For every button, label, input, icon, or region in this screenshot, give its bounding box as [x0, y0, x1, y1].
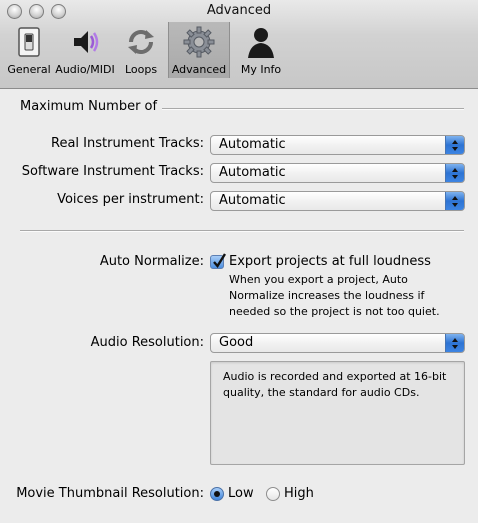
- export-full-loudness-checkbox[interactable]: [210, 253, 226, 269]
- loop-arrows-icon: [128, 30, 154, 54]
- voices-per-instrument-value: Automatic: [219, 193, 286, 208]
- audio-resolution-label: Audio Resolution:: [90, 335, 204, 350]
- preferences-window: Advanced General Audio/MIDI Loops Advanc…: [0, 0, 478, 523]
- max-number-heading: Maximum Number of: [20, 99, 158, 114]
- gear-icon: [183, 26, 215, 58]
- thumbnail-high-label[interactable]: High: [284, 486, 314, 501]
- tab-loops[interactable]: Loops: [116, 22, 166, 78]
- voices-per-instrument-popup[interactable]: Automatic: [210, 191, 465, 211]
- software-instrument-tracks-value: Automatic: [219, 165, 286, 180]
- tab-general[interactable]: General: [4, 22, 54, 78]
- voices-per-instrument-label: Voices per instrument:: [57, 192, 204, 207]
- audio-resolution-popup[interactable]: Good: [210, 333, 465, 353]
- titlebar: Advanced General Audio/MIDI Loops Advanc…: [0, 0, 478, 89]
- description-line: quality, the standard for audio CDs.: [223, 386, 420, 399]
- tab-audio-midi[interactable]: Audio/MIDI: [55, 22, 115, 78]
- heading-divider: [162, 108, 464, 110]
- tab-my-info[interactable]: My Info: [232, 22, 290, 78]
- software-instrument-tracks-popup[interactable]: Automatic: [210, 163, 465, 183]
- movie-thumbnail-resolution-label: Movie Thumbnail Resolution:: [16, 486, 204, 501]
- note-line: Normalize increases the loudness if: [229, 289, 425, 302]
- popup-arrows-icon: [445, 334, 464, 352]
- checkmark-icon: [213, 253, 226, 269]
- auto-normalize-note: When you export a project, Auto Normaliz…: [229, 272, 440, 320]
- thumbnail-low-radio[interactable]: [210, 487, 224, 501]
- note-line: When you export a project, Auto: [229, 273, 408, 286]
- section-divider: [20, 230, 464, 232]
- auto-normalize-label: Auto Normalize:: [99, 254, 204, 269]
- popup-arrows-icon: [445, 192, 464, 210]
- tab-my-info-label: My Info: [240, 63, 282, 76]
- tab-general-label: General: [7, 63, 51, 76]
- description-line: Audio is recorded and exported at 16-bit: [223, 370, 447, 383]
- thumbnail-low-label[interactable]: Low: [228, 486, 254, 501]
- audio-resolution-description: Audio is recorded and exported at 16-bit…: [210, 361, 465, 465]
- switch-icon: [18, 27, 40, 57]
- popup-arrows-icon: [445, 164, 464, 182]
- real-instrument-tracks-label: Real Instrument Tracks:: [51, 136, 204, 151]
- person-icon: [248, 28, 274, 58]
- popup-arrows-icon: [445, 136, 464, 154]
- tab-advanced[interactable]: Advanced: [168, 22, 230, 78]
- tab-advanced-label: Advanced: [171, 63, 227, 76]
- note-line: needed so the project is not too quiet.: [229, 305, 440, 318]
- preferences-toolbar: General Audio/MIDI Loops Advanced My Inf…: [4, 22, 292, 78]
- tab-loops-label: Loops: [124, 63, 158, 76]
- export-full-loudness-label[interactable]: Export projects at full loudness: [229, 254, 431, 269]
- real-instrument-tracks-popup[interactable]: Automatic: [210, 135, 465, 155]
- window-title: Advanced: [206, 3, 272, 18]
- thumbnail-high-radio[interactable]: [266, 487, 280, 501]
- audio-resolution-value: Good: [219, 335, 254, 350]
- tab-audio-midi-label: Audio/MIDI: [55, 63, 115, 76]
- advanced-pane: Maximum Number of Real Instrument Tracks…: [0, 89, 478, 523]
- real-instrument-tracks-value: Automatic: [219, 137, 286, 152]
- software-instrument-tracks-label: Software Instrument Tracks:: [21, 164, 204, 179]
- speaker-icon: [74, 31, 99, 53]
